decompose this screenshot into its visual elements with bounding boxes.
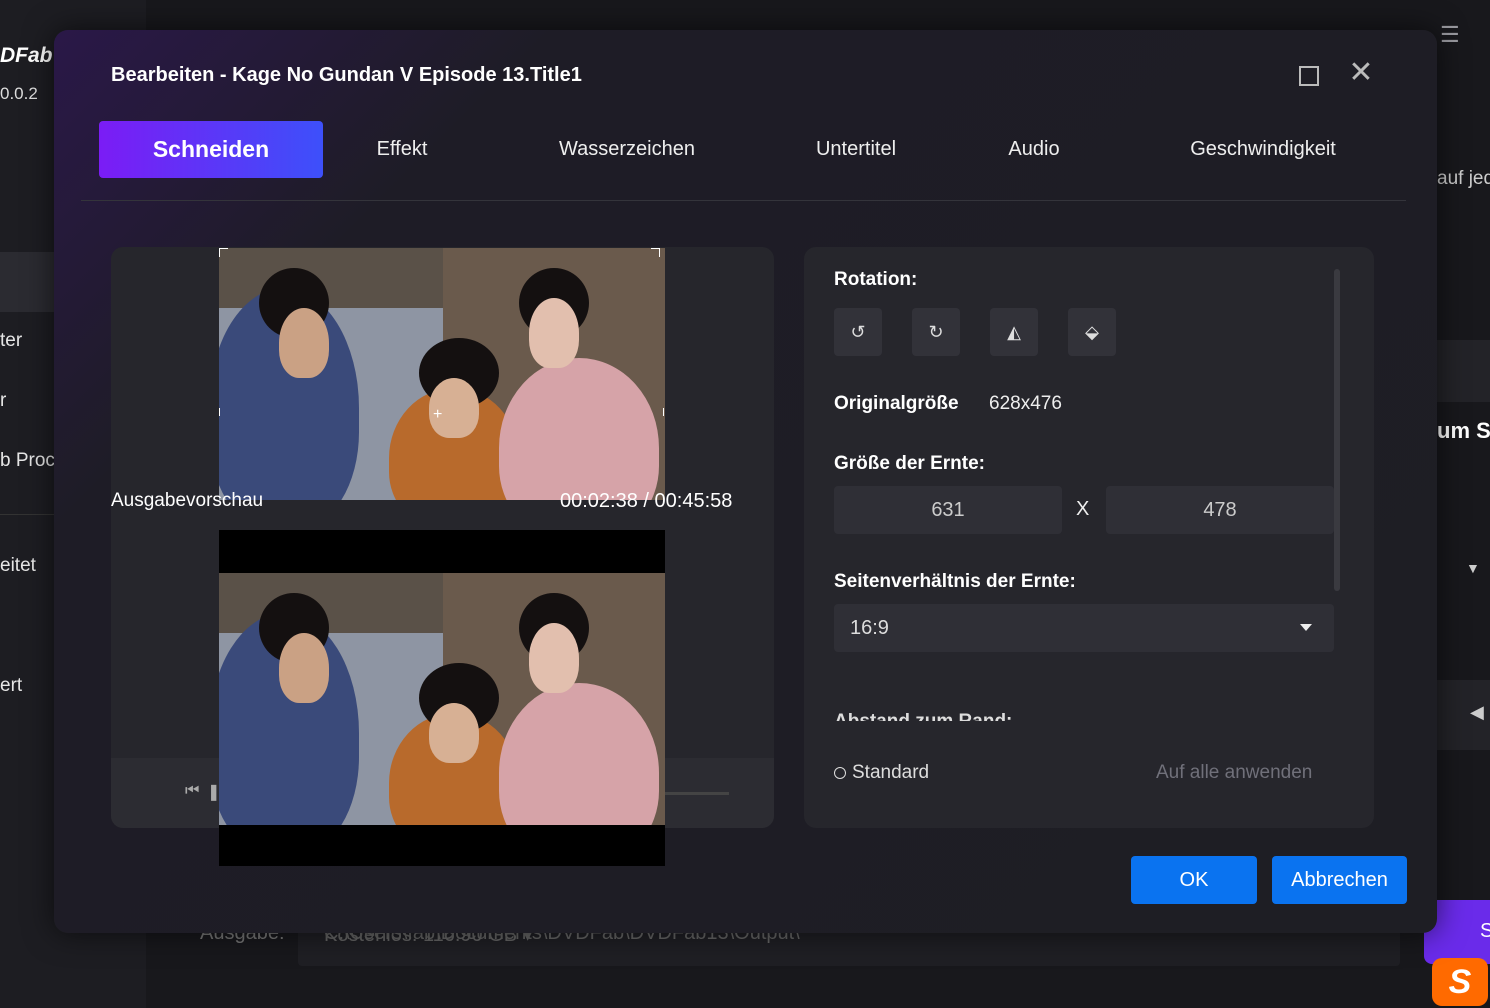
crop-source-frame[interactable]: + [219, 248, 666, 530]
app-logo: DFab [0, 44, 53, 67]
crop-separator: X [1076, 498, 1090, 520]
rotate-left-90-icon[interactable]: ↺ [834, 308, 882, 356]
maximize-icon[interactable] [1299, 66, 1319, 86]
rotation-label: Rotation: [834, 269, 918, 290]
close-icon[interactable]: ✕ [1348, 58, 1374, 88]
sogou-logo-icon: S [1432, 958, 1488, 1006]
original-size-label: Originalgröße [834, 393, 959, 414]
ok-button[interactable]: OK [1131, 856, 1257, 904]
tab-geschwindigkeit[interactable]: Geschwindigkeit [1167, 121, 1359, 178]
menu-icon[interactable]: ☰ [1440, 22, 1460, 48]
preview-label: Ausgabevorschau [111, 490, 264, 511]
tab-untertitel[interactable]: Untertitel [799, 121, 913, 178]
tab-effekt[interactable]: Effekt [349, 121, 455, 178]
original-size-value: 628x476 [989, 393, 1062, 414]
face-right [529, 623, 579, 693]
sidebar-divider [0, 514, 54, 515]
cancel-button[interactable]: Abbrechen [1272, 856, 1407, 904]
crop-height-input[interactable]: 478 [1106, 486, 1334, 534]
timecode: 00:02:38 / 00:45:58 [560, 490, 733, 512]
rotate-right-90-icon[interactable]: ↻ [912, 308, 960, 356]
output-preview-frame [219, 530, 665, 866]
face-center [429, 703, 479, 763]
cut-off-label: Abstand zum Rand: [834, 711, 1012, 721]
chevron-down-icon [1300, 624, 1312, 631]
radio-icon[interactable] [834, 766, 846, 779]
skip-back-icon[interactable]: ⏮ [185, 782, 199, 800]
face-left [279, 633, 329, 703]
sidebar-item-fragment[interactable]: eitet [0, 555, 36, 577]
flip-horizontal-icon[interactable]: ◭ [990, 308, 1038, 356]
crop-handle-top-right[interactable] [651, 248, 660, 257]
progress-track[interactable] [661, 792, 729, 795]
video-frame-image [219, 573, 665, 825]
face-left [279, 308, 329, 378]
background-panel [1437, 340, 1490, 402]
standard-radio[interactable]: Standard [834, 762, 929, 784]
crop-handle-top-left[interactable] [219, 248, 228, 257]
sidebar-item-fragment[interactable]: b Proc [0, 450, 55, 472]
sidebar-item-fragment[interactable]: r [0, 390, 6, 412]
tab-audio[interactable]: Audio [989, 121, 1079, 178]
dialog-title: Bearbeiten - Kage No Gundan V Episode 13… [111, 64, 582, 86]
settings-scrollbar[interactable] [1334, 269, 1340, 591]
crop-center-icon[interactable]: + [433, 406, 442, 424]
crop-handle-right[interactable] [655, 408, 664, 416]
sidebar-item-fragment[interactable]: ter [0, 330, 22, 352]
background-text-fragment: auf jed [1437, 168, 1490, 189]
tab-bar: Schneiden Effekt Wasserzeichen Untertite… [99, 121, 1359, 178]
settings-panel: Rotation: ↺ ↻ ◭ ⬙ Originalgröße 628x476 … [804, 247, 1374, 828]
face-right [529, 298, 579, 368]
crop-size-label: Größe der Ernte: [834, 453, 985, 474]
tab-wasserzeichen[interactable]: Wasserzeichen [539, 121, 715, 178]
flip-vertical-icon[interactable]: ⬙ [1068, 308, 1116, 356]
standard-label: Standard [852, 762, 930, 783]
crop-handle-left[interactable] [219, 408, 228, 416]
tab-schneiden[interactable]: Schneiden [99, 121, 323, 178]
aspect-ratio-select[interactable]: 16:9 [834, 604, 1334, 652]
video-frame-image [219, 248, 665, 500]
aspect-ratio-label: Seitenverhältnis der Ernte: [834, 571, 1076, 592]
crop-width-input[interactable]: 631 [834, 486, 1062, 534]
background-heading-fragment: um St [1437, 418, 1490, 443]
crop-handle-top[interactable] [435, 248, 443, 253]
play-icon[interactable]: ◀ [1470, 702, 1484, 723]
chevron-down-icon[interactable]: ▼ [1466, 560, 1480, 576]
start-button-label: S [1480, 920, 1490, 942]
apply-all-button[interactable]: Auf alle anwenden [1156, 762, 1312, 784]
app-version: 0.0.2 [0, 84, 38, 103]
tab-divider [81, 200, 1406, 201]
sidebar-selected-item[interactable] [0, 252, 54, 312]
aspect-ratio-value: 16:9 [850, 617, 889, 639]
sidebar-item-fragment[interactable]: ert [0, 675, 22, 697]
